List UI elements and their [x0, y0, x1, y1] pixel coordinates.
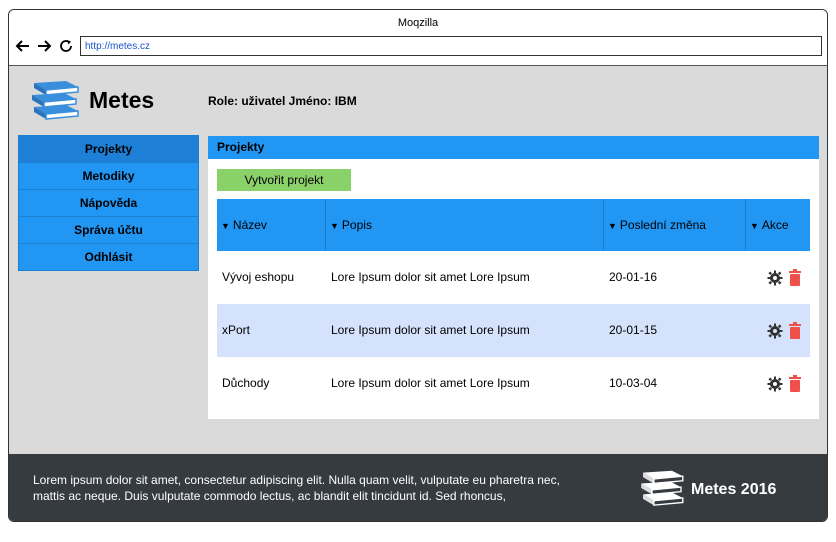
project-description: Lore Ipsum dolor sit amet Lore Ipsum — [331, 323, 530, 337]
browser-chrome: Moqzilla http://metes.cz — [9, 10, 827, 66]
browser-window: Moqzilla http://metes.cz Metes Role: uži… — [8, 9, 828, 522]
table-header: ▼ Název ▼ Popis ▼ Poslední změna ▼ Akce — [217, 199, 810, 251]
sidebar-menu: Projekty Metodiky Nápověda Správa účtu O… — [18, 135, 199, 271]
sort-down-icon: ▼ — [608, 221, 617, 231]
books-logo-icon — [32, 81, 79, 120]
reload-icon[interactable] — [58, 38, 74, 54]
sidebar-item-projekty[interactable]: Projekty — [18, 135, 199, 163]
sidebar-item-sprava-uctu[interactable]: Správa účtu — [18, 216, 199, 244]
projects-table: ▼ Název ▼ Popis ▼ Poslední změna ▼ Akce Vývo… — [217, 199, 810, 410]
sidebar-item-metodiky[interactable]: Metodiky — [18, 162, 199, 190]
table-row[interactable]: Vývoj eshopu Lore Ipsum dolor sit amet L… — [217, 251, 810, 304]
footer-text: Lorem ipsum dolor sit amet, consectetur … — [33, 473, 560, 503]
books-logo-icon — [641, 470, 684, 506]
window-title: Moqzilla — [397, 17, 439, 29]
project-date: 10-03-04 — [609, 376, 658, 390]
sort-down-icon: ▼ — [221, 221, 230, 231]
column-header-popis[interactable]: ▼ Popis — [326, 199, 604, 251]
project-date: 20-01-16 — [609, 270, 658, 284]
user-info: Role: uživatel Jméno: IBM — [208, 94, 357, 108]
column-header-nazev[interactable]: ▼ Název — [217, 199, 326, 251]
project-name: Důchody — [222, 376, 270, 390]
project-description: Lore Ipsum dolor sit amet Lore Ipsum — [331, 376, 530, 390]
trash-icon[interactable] — [788, 269, 802, 286]
row-actions — [746, 251, 810, 304]
footer-brand: Metes 2016 — [691, 481, 777, 498]
gear-icon[interactable] — [767, 323, 783, 339]
column-header-posledni-zmena[interactable]: ▼ Poslední změna — [604, 199, 746, 251]
row-actions — [746, 304, 810, 357]
page-footer: Lorem ipsum dolor sit amet, consectetur … — [9, 454, 827, 521]
page-content: Metes Role: uživatel Jméno: IBM Projekty… — [9, 66, 827, 454]
sort-down-icon: ▼ — [330, 221, 339, 231]
panel-title: Projekty — [208, 136, 819, 159]
trash-icon[interactable] — [788, 375, 802, 392]
table-row[interactable]: Důchody Lore Ipsum dolor sit amet Lore I… — [217, 357, 810, 410]
address-bar[interactable]: http://metes.cz — [80, 36, 822, 56]
url-text: http://metes.cz — [85, 41, 151, 52]
project-name: xPort — [222, 323, 251, 337]
projects-panel: Projekty Vytvořit projekt ▼ Název ▼ Popis … — [208, 136, 819, 419]
gear-icon[interactable] — [767, 270, 783, 286]
sidebar-item-napoveda[interactable]: Nápověda — [18, 189, 199, 217]
app-logo-text: Metes — [89, 87, 155, 113]
trash-icon[interactable] — [788, 322, 802, 339]
row-actions — [746, 357, 810, 410]
forward-arrow-icon[interactable] — [36, 38, 52, 54]
create-project-button[interactable]: Vytvořit projekt — [217, 169, 351, 191]
table-row[interactable]: xPort Lore Ipsum dolor sit amet Lore Ips… — [217, 304, 810, 357]
column-header-akce[interactable]: ▼ Akce — [746, 199, 810, 251]
gear-icon[interactable] — [767, 376, 783, 392]
project-description: Lore Ipsum dolor sit amet Lore Ipsum — [331, 270, 530, 284]
project-name: Vývoj eshopu — [222, 270, 295, 284]
sort-down-icon: ▼ — [750, 221, 759, 231]
project-date: 20-01-15 — [609, 323, 658, 337]
back-arrow-icon[interactable] — [15, 38, 31, 54]
sidebar-item-odhlasit[interactable]: Odhlásit — [18, 243, 199, 271]
